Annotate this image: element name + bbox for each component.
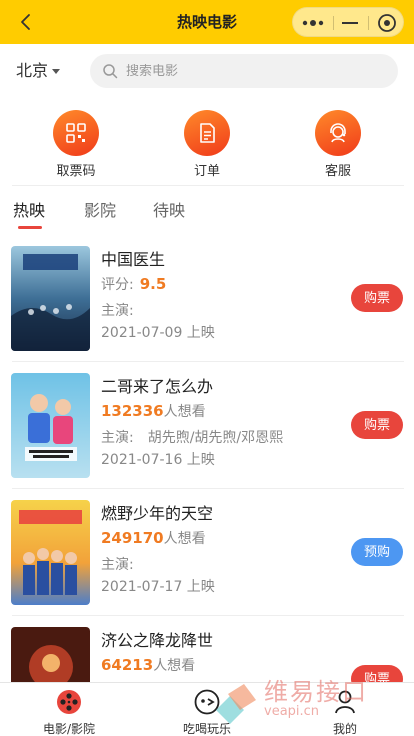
movie-title: 燃野少年的天空 [101,504,214,523]
movie-cast: 主演: [101,300,148,320]
cast-names: 胡先煦/胡先煦/邓恩熙 [147,430,284,446]
want-count-label: 人想看 [153,658,196,674]
city-label: 北京 [16,61,49,80]
search-icon [103,64,118,79]
presale-button[interactable]: 预购 [351,538,403,566]
movie-want-count: 64213人想看 [101,655,195,675]
bottom-tab-bar: 电影/影院 吃喝玩乐 我的 [0,682,414,736]
target-icon [378,14,396,32]
movie-poster[interactable] [11,627,90,682]
search-bar[interactable] [90,54,398,88]
movie-item[interactable]: 燃野少年的天空 249170人想看 主演: 2021-07-17 上映 预购 [0,500,414,606]
active-tab-indicator [18,226,42,229]
movie-poster[interactable] [11,500,90,605]
caret-down-icon [52,68,61,74]
movie-release-date: 2021-07-17 上映 [101,579,215,595]
gamepad-icon [194,689,220,715]
tabbar-label: 吃喝玩乐 [182,722,231,736]
tab-coming-soon[interactable]: 待映 [153,196,185,226]
profile-icon [335,690,355,714]
tabbar-label: 我的 [332,722,357,736]
want-count-value: 64213 [101,656,154,674]
want-count-value: 132336 [101,402,164,420]
tab-now-showing[interactable]: 热映 [13,196,45,226]
more-dots-icon [302,20,324,26]
movie-rating: 评分: 9.5 [101,274,166,294]
movie-item[interactable]: 二哥来了怎么办 132336人想看 主演: 胡先煦/胡先煦/邓恩熙 2021-07… [0,373,414,479]
film-reel-icon [57,690,81,714]
ticket-code-icon [53,110,99,156]
tab-cinemas[interactable]: 影院 [84,196,116,226]
movie-tabs: 热映 影院 待映 [0,196,414,232]
movie-cast: 主演: [101,554,148,574]
movie-item[interactable]: 济公之降龙降世 64213人想看 购票 [0,627,414,682]
tabbar-item-movies[interactable]: 电影/影院 [24,687,114,736]
rating-label: 评分: [101,277,134,293]
movie-want-count: 132336人想看 [101,401,206,421]
movie-title: 中国医生 [101,250,166,269]
want-count-label: 人想看 [163,531,206,547]
search-input[interactable] [126,63,366,79]
quick-action-label: 客服 [324,164,351,179]
movie-release-date: 2021-07-16 上映 [101,452,215,468]
want-count-value: 249170 [101,529,164,547]
movie-poster[interactable] [11,246,90,351]
cast-label: 主演: [101,430,134,446]
cast-label: 主演: [101,557,134,573]
buy-ticket-button[interactable]: 购票 [351,284,403,312]
nav-bar: 热映电影 [0,0,414,44]
buy-ticket-button[interactable]: 购票 [351,665,403,682]
mini-program-capsule [292,7,404,37]
tabbar-item-entertainment[interactable]: 吃喝玩乐 [162,687,252,736]
movie-release-date: 2021-07-09 上映 [101,325,215,341]
rating-value: 9.5 [139,275,167,293]
row-divider [12,361,404,362]
section-divider [12,185,404,186]
customer-service-icon [315,110,361,156]
quick-action-order[interactable]: 订单 [172,110,242,179]
back-arrow-icon[interactable] [16,12,36,32]
quick-action-ticket-code[interactable]: 取票码 [41,110,111,179]
movie-title: 济公之降龙降世 [101,631,214,650]
movie-cast: 主演: 胡先煦/胡先煦/邓恩熙 [101,427,283,447]
minus-icon [342,22,358,24]
cast-label: 主演: [101,303,134,319]
quick-action-customer-service[interactable]: 客服 [303,110,373,179]
movie-want-count: 249170人想看 [101,528,206,548]
buy-ticket-button[interactable]: 购票 [351,411,403,439]
order-icon [184,110,230,156]
quick-action-label: 取票码 [56,164,96,179]
row-divider [12,488,404,489]
minimize-button[interactable] [333,8,367,38]
row-divider [12,615,404,616]
movie-item[interactable]: 中国医生 评分: 9.5 主演: 2021-07-09 上映 购票 [0,246,414,352]
quick-action-label: 订单 [193,164,220,179]
tabbar-label: 电影/影院 [42,722,96,736]
want-count-label: 人想看 [163,404,206,420]
city-selector[interactable]: 北京 [16,56,61,86]
close-mini-program-button[interactable] [369,8,405,38]
tabbar-item-profile[interactable]: 我的 [300,687,390,736]
movie-poster[interactable] [11,373,90,478]
more-options-button[interactable] [293,8,333,38]
movie-title: 二哥来了怎么办 [101,377,214,396]
